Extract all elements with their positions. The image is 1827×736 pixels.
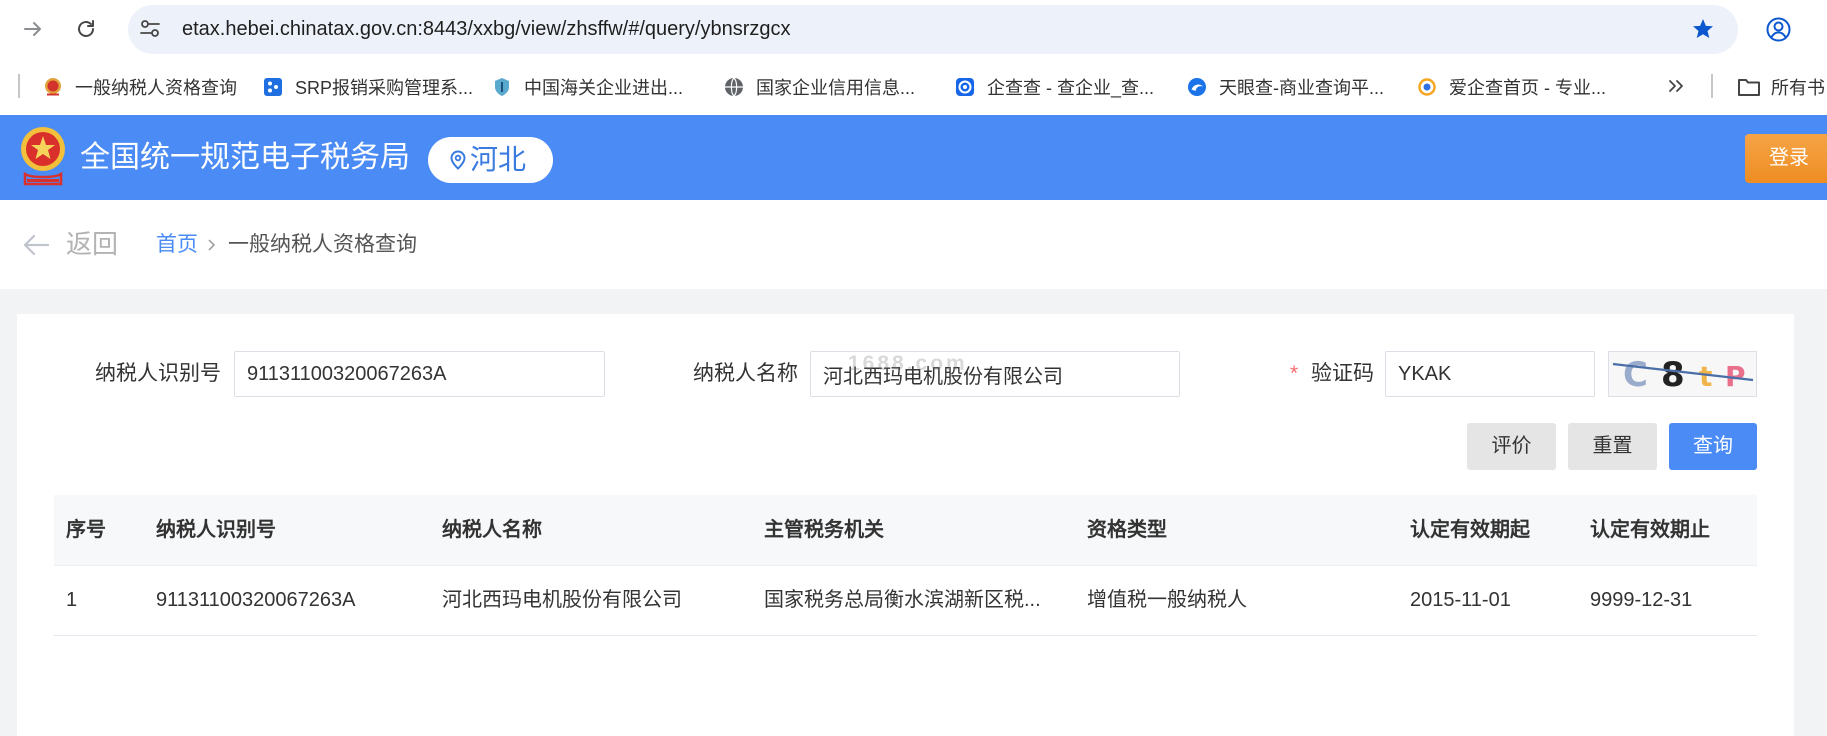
all-bookmarks-label: 所有书	[1771, 77, 1825, 98]
table-header-row: 序号 纳税人识别号 纳税人名称 主管税务机关 资格类型 认定有效期起 认定有效期…	[54, 495, 1757, 566]
login-button[interactable]: 登录	[1745, 134, 1827, 183]
column-header-qualification: 资格类型	[1087, 519, 1167, 541]
column-header-taxpayer-id: 纳税人识别号	[156, 519, 276, 541]
cell-valid-to: 9999-12-31	[1590, 589, 1693, 611]
bookmark-item-tax-qualification[interactable]: 一般纳税人资格查询	[43, 58, 237, 115]
tax-emblem-logo	[21, 127, 65, 186]
reload-icon	[78, 20, 94, 37]
svg-text:C 8 t P: C 8 t P	[1623, 355, 1746, 395]
aiqicha-icon	[1418, 77, 1436, 96]
breadcrumb-current: 一般纳税人资格查询	[228, 233, 417, 256]
reset-button[interactable]: 重置	[1568, 423, 1657, 470]
bookmark-item-customs[interactable]: 中国海关企业进出...	[492, 58, 683, 115]
column-header-valid-from: 认定有效期起	[1410, 519, 1530, 541]
bookmark-item-tianyancha[interactable]: 天眼查-商业查询平...	[1187, 58, 1384, 115]
taxpayer-name-label: 纳税人名称	[693, 362, 798, 385]
forward-button[interactable]	[21, 17, 45, 41]
double-chevron-icon	[1669, 80, 1683, 92]
back-button[interactable]	[22, 232, 50, 258]
globe-icon	[725, 77, 743, 96]
reload-button[interactable]	[74, 17, 98, 41]
bookmark-star-button[interactable]	[1691, 17, 1715, 41]
cell-taxpayer-name: 河北西玛电机股份有限公司	[442, 589, 682, 611]
site-settings-icon	[140, 20, 160, 37]
address-url[interactable]: etax.hebei.chinatax.gov.cn:8443/xxbg/vie…	[182, 5, 791, 54]
srp-app-icon	[264, 77, 282, 96]
bookmarks-divider	[1711, 74, 1713, 98]
tax-emblem-icon	[45, 77, 61, 95]
chevron-right-icon	[207, 238, 217, 252]
column-header-valid-to: 认定有效期止	[1590, 519, 1710, 541]
region-label[interactable]: 河北	[470, 137, 526, 183]
profile-icon	[1766, 17, 1791, 42]
forward-arrow-icon	[24, 22, 41, 36]
back-link[interactable]: 返回	[66, 200, 118, 289]
site-title: 全国统一规范电子税务局	[80, 141, 410, 174]
column-header-index: 序号	[66, 519, 106, 541]
bookmark-label: SRP报销采购管理系...	[295, 77, 474, 98]
qichacha-icon	[956, 77, 974, 96]
taxpayer-id-input[interactable]	[234, 351, 605, 397]
captcha-label: 验证码	[1311, 362, 1374, 385]
bookmark-label: 爱企查首页 - 专业...	[1449, 77, 1606, 98]
cell-taxpayer-id: 91131100320067263A	[156, 589, 356, 611]
tianyancha-icon	[1188, 77, 1206, 96]
evaluate-button[interactable]: 评价	[1467, 423, 1556, 470]
taxpayer-id-label: 纳税人识别号	[95, 362, 221, 385]
location-pin-icon	[448, 150, 468, 170]
all-bookmarks-button[interactable]: 所有书	[1737, 58, 1825, 115]
folder-icon	[1738, 78, 1760, 96]
taxpayer-name-input[interactable]	[810, 351, 1180, 397]
cell-valid-from: 2015-11-01	[1410, 589, 1511, 611]
required-mark: *	[1290, 362, 1299, 385]
column-header-taxpayer-name: 纳税人名称	[442, 519, 542, 541]
bookmark-label: 天眼查-商业查询平...	[1219, 77, 1384, 98]
captcha-char: t	[1699, 360, 1712, 393]
bookmark-label: 一般纳税人资格查询	[75, 77, 237, 98]
bookmark-label: 中国海关企业进出...	[524, 77, 684, 98]
bookmark-item-aiqicha[interactable]: 爱企查首页 - 专业...	[1417, 58, 1606, 115]
profile-button[interactable]	[1765, 16, 1792, 43]
captcha-input[interactable]	[1385, 351, 1595, 397]
bookmark-label: 企查查 - 查企业_查...	[987, 77, 1155, 98]
column-header-tax-authority: 主管税务机关	[764, 519, 884, 541]
bookmarks-bar: 一般纳税人资格查询 SRP报销采购管理系... 中国海关企业进出... 国家企业…	[0, 58, 1827, 115]
cell-index: 1	[66, 589, 78, 611]
bookmark-item-srp[interactable]: SRP报销采购管理系...	[263, 58, 473, 115]
table-row: 1 91131100320067263A 河北西玛电机股份有限公司 国家税务总局…	[54, 566, 1757, 636]
result-table: 序号 纳税人识别号 纳税人名称 主管税务机关 资格类型 认定有效期起 认定有效期…	[54, 495, 1757, 636]
customs-shield-icon	[495, 77, 509, 96]
breadcrumb-home-link[interactable]: 首页	[156, 200, 198, 289]
captcha-image[interactable]: C 8 t P	[1608, 351, 1757, 397]
captcha-char: C	[1623, 355, 1648, 395]
captcha-graphic: C 8 t P	[1612, 355, 1754, 395]
more-bookmarks-button[interactable]	[1666, 76, 1686, 96]
bookmarks-divider	[18, 74, 20, 98]
site-logo[interactable]	[17, 124, 69, 190]
bookmark-star-icon	[1693, 19, 1713, 38]
cell-tax-authority: 国家税务总局衡水滨湖新区税...	[764, 589, 1041, 611]
bookmark-label: 国家企业信用信息...	[756, 77, 916, 98]
query-button[interactable]: 查询	[1669, 423, 1757, 470]
back-arrow-icon	[23, 234, 50, 256]
bookmark-item-credit-info[interactable]: 国家企业信用信息...	[724, 58, 915, 115]
captcha-char: 8	[1661, 355, 1685, 395]
cell-qualification: 增值税一般纳税人	[1087, 589, 1247, 611]
bookmark-item-qichacha[interactable]: 企查查 - 查企业_查...	[955, 58, 1154, 115]
site-settings-button[interactable]	[139, 18, 161, 40]
